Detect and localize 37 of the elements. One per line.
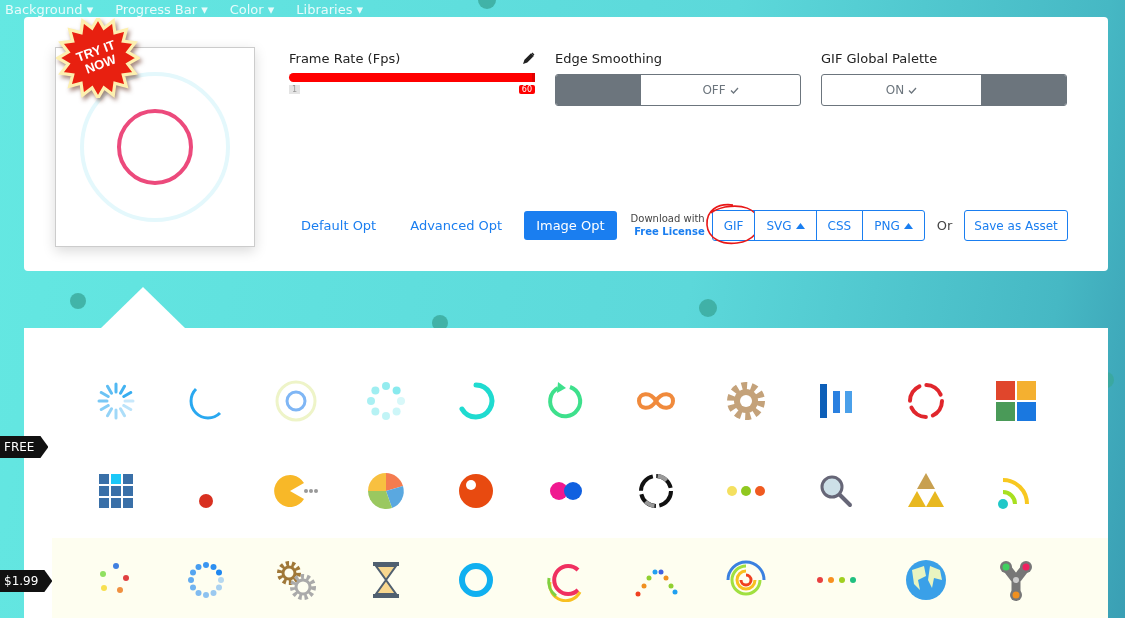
dots-spinner-icon[interactable] — [364, 379, 408, 423]
format-button[interactable]: GIF — [711, 210, 756, 241]
toggle-switch[interactable]: ON — [821, 74, 1067, 106]
format-button[interactable]: PNG — [862, 210, 925, 241]
toggle-label: GIF Global Palette — [821, 50, 938, 66]
caret-icon — [903, 222, 913, 229]
caret-icon — [795, 222, 805, 229]
toggle-value: OFF — [702, 83, 726, 97]
option-tab[interactable]: Image Opt — [524, 211, 617, 240]
squares-icon[interactable] — [994, 379, 1038, 423]
check-icon — [908, 86, 918, 94]
format-button[interactable]: CSS — [815, 210, 864, 241]
toggle-value: ON — [885, 83, 905, 97]
promo-starburst-badge[interactable]: TRY IT NOW — [56, 18, 140, 98]
download-note: Download with — [630, 213, 705, 226]
toggle-switch[interactable]: OFF — [555, 74, 801, 106]
pencil-icon[interactable] — [523, 52, 535, 64]
background-dot — [70, 293, 86, 309]
background-dot — [699, 299, 717, 317]
gear-icon[interactable] — [724, 379, 768, 423]
option-tab[interactable]: Advanced Opt — [398, 211, 515, 240]
gears-icon[interactable] — [274, 558, 318, 602]
price-tag: $1.99 — [0, 570, 53, 592]
toggle-label: Edge Smoothing — [555, 50, 663, 66]
globe-icon[interactable] — [904, 558, 948, 602]
frame-rate-slider[interactable] — [289, 73, 535, 82]
slider-value-label: 60 — [518, 85, 535, 94]
slider-min-label: 1 — [289, 85, 301, 94]
frame-rate-label: Frame Rate (Fps) — [289, 50, 401, 66]
check-icon — [729, 86, 739, 94]
format-button[interactable]: SVG — [754, 210, 817, 241]
price-tag: FREE — [0, 436, 49, 458]
license-link[interactable]: Free License — [634, 225, 705, 238]
option-tab[interactable]: Default Opt — [289, 211, 389, 240]
or-text: Or — [936, 218, 953, 233]
ring-icon[interactable] — [274, 379, 318, 423]
save-as-asset-button[interactable]: Save as Asset — [964, 210, 1068, 241]
